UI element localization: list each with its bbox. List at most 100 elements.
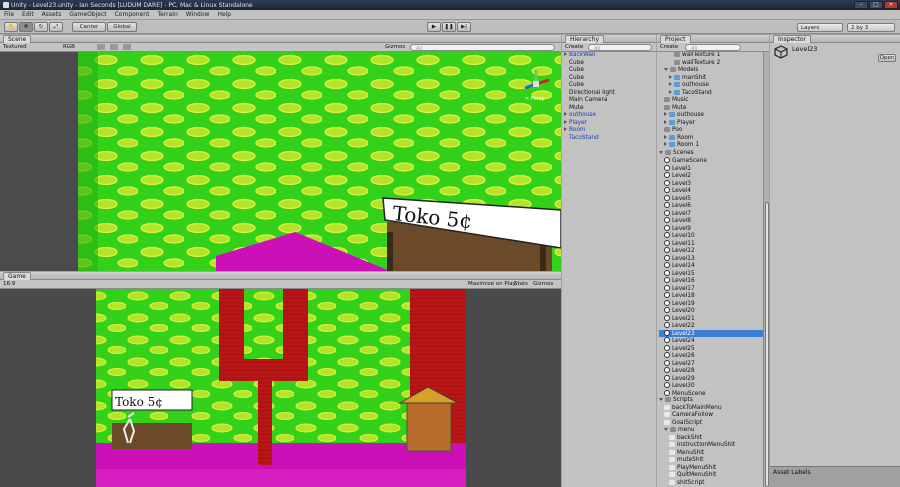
project-asset[interactable]: Level18: [659, 292, 763, 300]
project-asset[interactable]: Level2: [659, 172, 763, 180]
project-asset[interactable]: MenuShit: [659, 449, 763, 458]
expand-arrow-icon[interactable]: [659, 398, 663, 401]
expand-arrow-icon[interactable]: [669, 74, 672, 79]
project-asset[interactable]: GoalScript: [659, 419, 763, 428]
expand-arrow-icon[interactable]: [669, 82, 672, 86]
project-asset[interactable]: Mute: [659, 104, 763, 113]
expand-arrow-icon[interactable]: [664, 112, 667, 116]
maximize-on-play-toggle[interactable]: Maximize on Play: [468, 281, 516, 288]
menu-gameobject[interactable]: GameObject: [65, 11, 110, 18]
project-asset[interactable]: Level24: [659, 337, 763, 345]
expand-arrow-icon[interactable]: [564, 119, 567, 124]
expand-arrow-icon[interactable]: [659, 150, 663, 154]
project-asset[interactable]: QuitMenuShit: [659, 472, 763, 480]
hierarchy-item[interactable]: Cube: [564, 82, 656, 90]
tab-inspector[interactable]: Inspector: [773, 35, 811, 43]
project-asset[interactable]: GameScene: [659, 157, 763, 165]
project-asset[interactable]: Level6: [659, 202, 763, 210]
menu-window[interactable]: Window: [182, 11, 214, 18]
project-asset[interactable]: backToMainMenu: [659, 404, 763, 413]
project-asset[interactable]: CameraFollow: [659, 412, 763, 420]
menu-assets[interactable]: Assets: [38, 11, 66, 18]
project-asset[interactable]: backShit: [659, 434, 763, 443]
project-asset[interactable]: Player: [659, 119, 763, 128]
expand-arrow-icon[interactable]: [664, 428, 668, 431]
project-asset[interactable]: Level20: [659, 307, 763, 315]
play-button[interactable]: ▶: [427, 22, 441, 32]
game-viewport[interactable]: Toko 5¢: [0, 289, 561, 487]
scene-image-toggle-icon[interactable]: [110, 44, 118, 50]
project-asset[interactable]: MenuScene: [659, 389, 763, 398]
project-asset[interactable]: Level5: [659, 194, 763, 203]
expand-arrow-icon[interactable]: [669, 89, 672, 94]
project-asset[interactable]: Level7: [659, 209, 763, 218]
maximize-button[interactable]: □: [869, 1, 883, 9]
project-asset[interactable]: Level10: [659, 232, 763, 240]
project-asset[interactable]: outhouse: [659, 112, 763, 120]
hierarchy-item[interactable]: Mute: [564, 105, 656, 113]
project-asset[interactable]: InstructionMenuShit: [659, 442, 763, 450]
project-asset[interactable]: Level27: [659, 359, 763, 368]
aspect-dropdown[interactable]: 16:9: [3, 281, 15, 288]
hierarchy-item[interactable]: Player: [564, 119, 656, 128]
expand-arrow-icon[interactable]: [564, 52, 567, 56]
project-asset[interactable]: Level4: [659, 187, 763, 195]
tab-scene[interactable]: Scene: [3, 35, 32, 43]
pivot-center-toggle[interactable]: Center: [72, 22, 106, 32]
menu-component[interactable]: Component: [111, 11, 154, 18]
project-asset[interactable]: wallTexture 2: [659, 59, 763, 68]
open-button[interactable]: Open: [878, 54, 896, 62]
tab-game[interactable]: Game: [3, 272, 31, 280]
project-asset[interactable]: Level22: [659, 322, 763, 330]
project-asset[interactable]: Level16: [659, 277, 763, 285]
project-asset[interactable]: Room 1: [659, 142, 763, 150]
tab-hierarchy[interactable]: Hierarchy: [565, 35, 605, 43]
rotate-tool-button[interactable]: ↻: [34, 22, 48, 32]
project-asset[interactable]: Level19: [659, 299, 763, 308]
hierarchy-create-button[interactable]: Create: [565, 44, 583, 51]
project-asset[interactable]: Level11: [659, 239, 763, 248]
hierarchy-item[interactable]: Directional light: [564, 90, 656, 98]
scene-viewport[interactable]: Toko 5¢ < Persp: [0, 52, 561, 271]
project-asset[interactable]: wallTexture 1: [659, 52, 763, 60]
project-create-button[interactable]: Create: [660, 44, 678, 51]
scene-gizmos-dropdown[interactable]: Gizmos: [385, 44, 405, 51]
minimize-button[interactable]: –: [854, 1, 868, 9]
hierarchy-item[interactable]: Cube: [564, 75, 656, 83]
project-asset[interactable]: Room: [659, 134, 763, 143]
menu-edit[interactable]: Edit: [18, 11, 38, 18]
project-asset[interactable]: Level3: [659, 179, 763, 188]
expand-arrow-icon[interactable]: [664, 134, 667, 139]
hierarchy-item[interactable]: Cube: [564, 67, 656, 75]
hierarchy-item[interactable]: TacoStand: [564, 135, 656, 143]
project-asset[interactable]: Level21: [659, 314, 763, 323]
tab-project[interactable]: Project: [660, 35, 691, 43]
project-asset[interactable]: Level1: [659, 164, 763, 173]
expand-arrow-icon[interactable]: [664, 68, 668, 71]
render-mode-dropdown[interactable]: RGB: [63, 44, 75, 51]
lighting-toggle-icon[interactable]: [97, 44, 105, 50]
menu-help[interactable]: Help: [213, 11, 235, 18]
project-asset[interactable]: manShit: [659, 74, 763, 83]
project-asset[interactable]: Level12: [659, 247, 763, 255]
expand-arrow-icon[interactable]: [564, 127, 567, 131]
project-asset[interactable]: Level25: [659, 344, 763, 353]
project-asset[interactable]: Level29: [659, 374, 763, 383]
layers-dropdown[interactable]: Layers: [797, 23, 843, 32]
hierarchy-item[interactable]: BackWall: [564, 52, 656, 60]
project-asset[interactable]: Poo: [659, 127, 763, 135]
hierarchy-item[interactable]: outhouse: [564, 112, 656, 120]
project-asset[interactable]: Level30: [659, 382, 763, 390]
pivot-global-toggle[interactable]: Global: [107, 22, 137, 32]
layout-dropdown[interactable]: 2 by 3: [847, 23, 895, 32]
project-scrollbar[interactable]: [763, 52, 769, 487]
project-folder[interactable]: menu: [659, 427, 763, 435]
project-asset[interactable]: TacoStand: [659, 89, 763, 98]
project-folder[interactable]: Scripts: [659, 397, 763, 405]
pause-button[interactable]: ❚❚: [442, 22, 456, 32]
shading-mode-dropdown[interactable]: Textured: [3, 44, 27, 51]
hierarchy-item[interactable]: Cube: [564, 60, 656, 68]
step-button[interactable]: ▶|: [457, 22, 471, 32]
scale-tool-button[interactable]: ⤢: [49, 22, 63, 32]
project-folder[interactable]: Models: [659, 67, 763, 75]
